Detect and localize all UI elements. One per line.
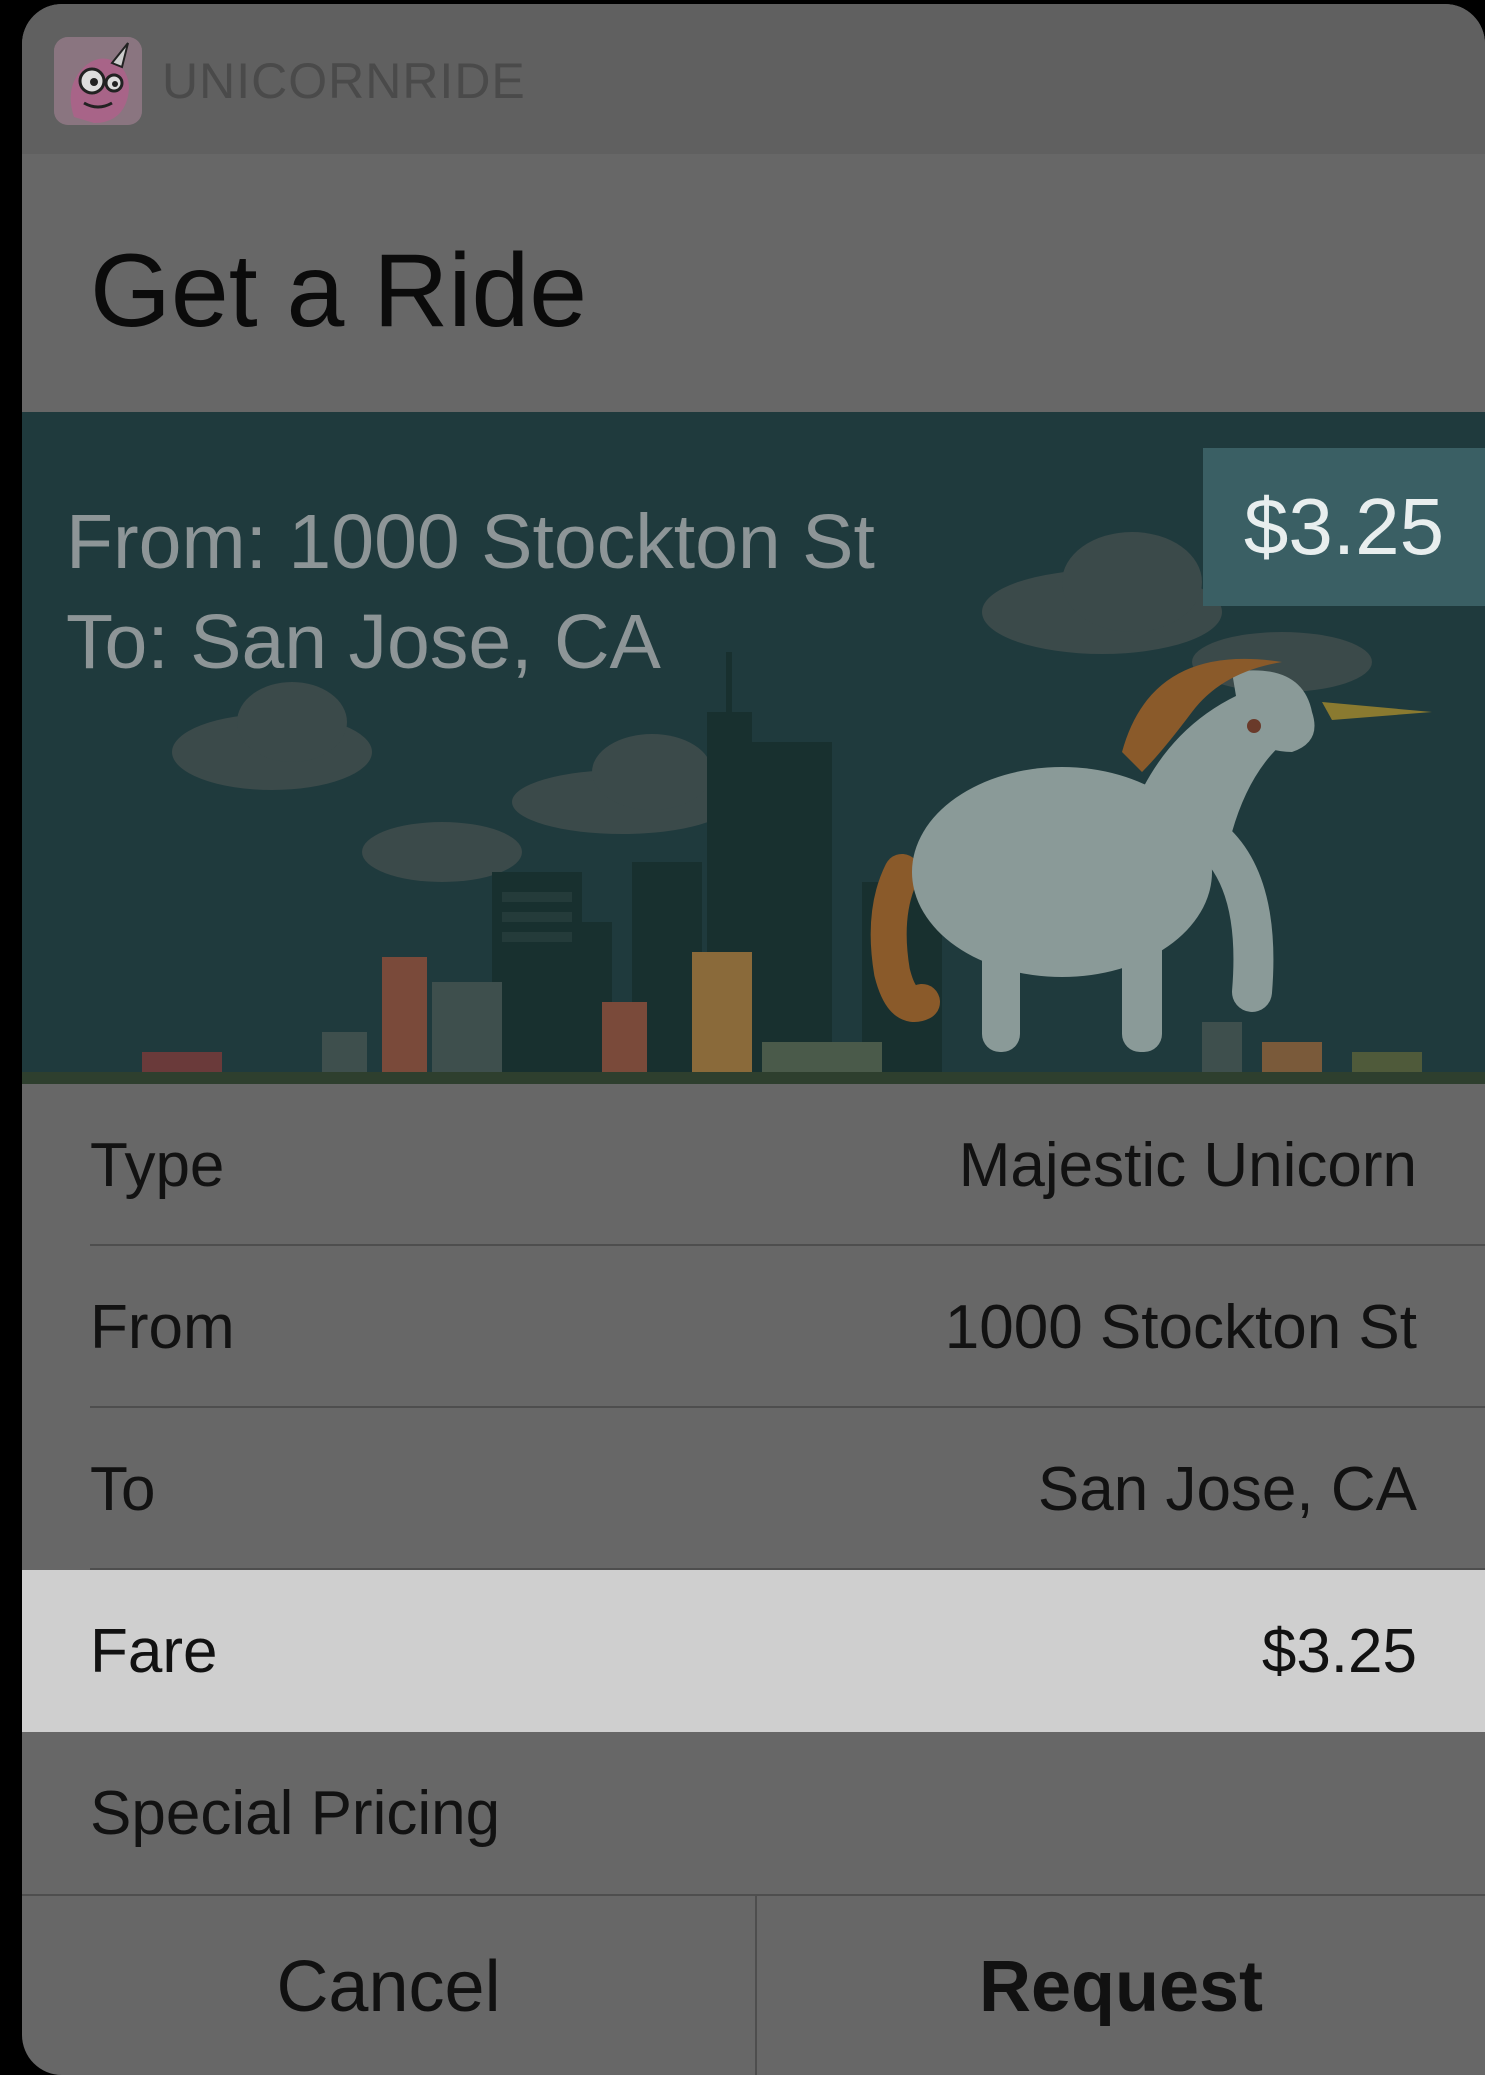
- price-badge-value: $3.25: [1243, 482, 1445, 571]
- request-button[interactable]: Request: [757, 1896, 1485, 2075]
- price-badge: $3.25: [1203, 448, 1485, 606]
- ride-hero-banner: From: 1000 Stockton St To: San Jose, CA …: [22, 412, 1485, 1084]
- cancel-button[interactable]: Cancel: [22, 1896, 757, 2075]
- detail-value: Majestic Unicorn: [958, 1130, 1417, 1200]
- detail-label: Special Pricing: [90, 1778, 501, 1848]
- page-title: Get a Ride: [90, 233, 588, 349]
- route-to-text: To: San Jose, CA: [66, 599, 661, 685]
- ride-request-sheet: UNICORNRIDE Get a Ride From: 1000 Stockt…: [22, 4, 1485, 2075]
- detail-value: San Jose, CA: [1037, 1454, 1417, 1524]
- detail-row-special-pricing[interactable]: Special Pricing: [22, 1732, 1485, 1894]
- detail-label: Type: [90, 1130, 225, 1200]
- detail-row-from[interactable]: From 1000 Stockton St: [22, 1246, 1485, 1408]
- ride-details-list: Type Majestic Unicorn From 1000 Stockton…: [22, 1084, 1485, 1894]
- detail-row-fare[interactable]: Fare $3.25: [22, 1570, 1485, 1732]
- detail-row-to[interactable]: To San Jose, CA: [22, 1408, 1485, 1570]
- detail-label: To: [90, 1454, 156, 1524]
- route-from-text: From: 1000 Stockton St: [66, 499, 875, 585]
- detail-row-type[interactable]: Type Majestic Unicorn: [22, 1084, 1485, 1246]
- detail-value: 1000 Stockton St: [944, 1292, 1417, 1362]
- action-bar: Cancel Request: [22, 1894, 1485, 2075]
- unicorn-logo-icon: [54, 37, 142, 125]
- detail-label: Fare: [90, 1616, 218, 1686]
- detail-value: $3.25: [1261, 1616, 1417, 1686]
- app-name: UNICORNRIDE: [162, 53, 526, 109]
- detail-label: From: [90, 1292, 235, 1362]
- app-header: UNICORNRIDE: [22, 4, 1485, 154]
